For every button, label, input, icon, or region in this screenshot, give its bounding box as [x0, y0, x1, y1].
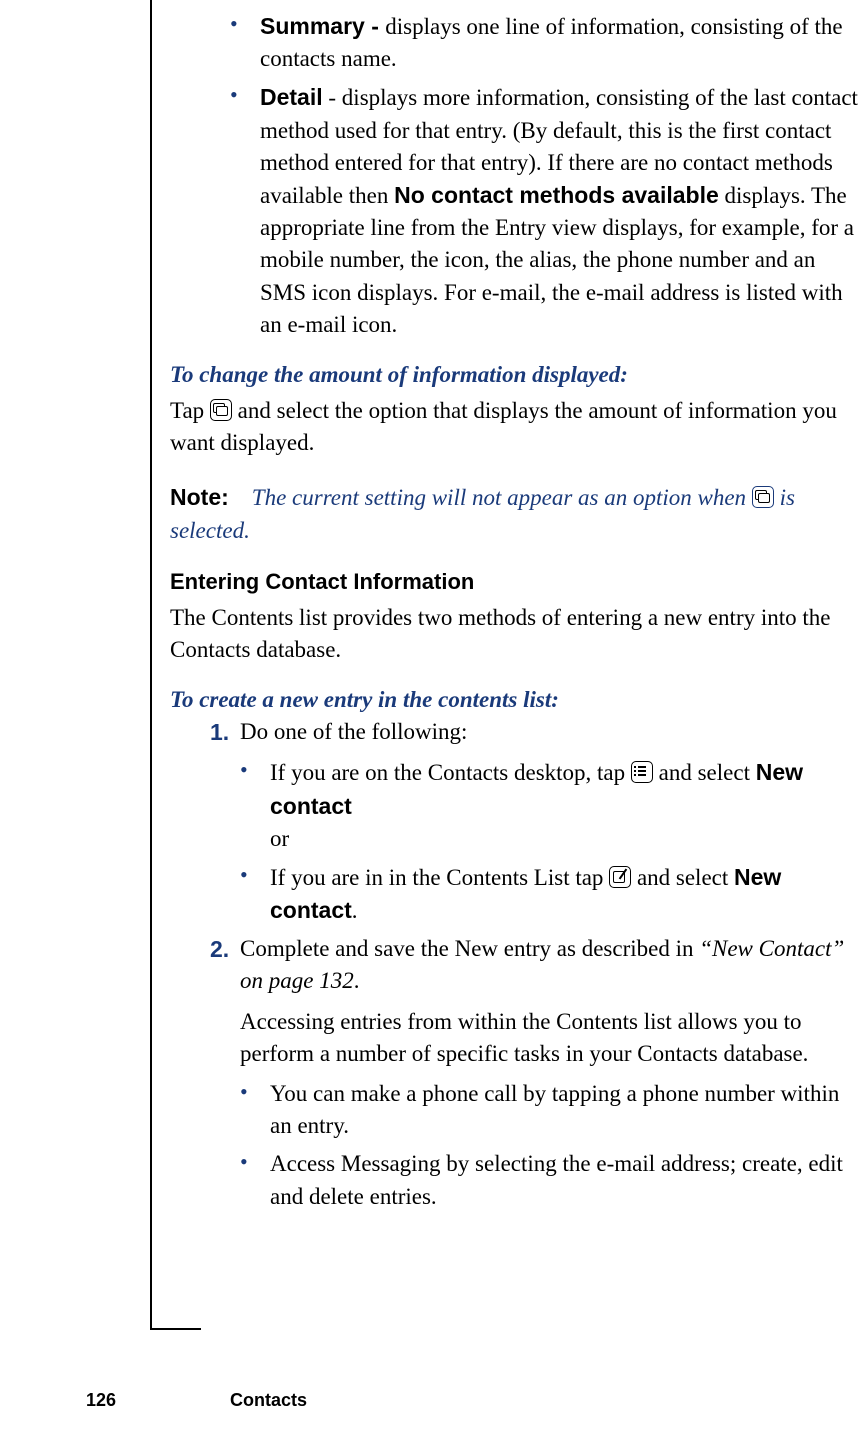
detail-label: Detail — [260, 84, 323, 110]
note: Note: The current setting will not appea… — [170, 481, 858, 546]
text: Tap — [170, 398, 210, 423]
list-menu-icon — [631, 761, 653, 783]
text: and select — [653, 760, 756, 785]
bullet-icon: • — [240, 759, 248, 781]
no-contact-methods-label: No contact methods available — [394, 182, 719, 208]
list-item: • Detail - displays more information, co… — [230, 81, 858, 341]
phone-call-text: You can make a phone call by tapping a p… — [270, 1081, 839, 1138]
text: and select the option that displays the … — [170, 398, 837, 455]
list-item: • If you are on the Contacts desktop, ta… — [240, 756, 858, 855]
list-item: • If you are in in the Contents List tap… — [240, 861, 858, 927]
change-info-paragraph: Tap and select the option that displays … — [170, 395, 858, 459]
entering-contact-intro: The Contents list provides two methods o… — [170, 602, 858, 666]
bullet-icon: • — [240, 1151, 248, 1173]
summary-label: Summary - — [260, 13, 385, 39]
create-entry-heading: To create a new entry in the contents li… — [170, 684, 858, 716]
view-options-list: • Summary - displays one line of informa… — [170, 10, 858, 341]
text: and select — [631, 865, 734, 890]
bullet-icon: • — [230, 84, 238, 106]
bullet-icon: • — [230, 13, 238, 35]
step-1-options: • If you are on the Contacts desktop, ta… — [240, 756, 858, 927]
messaging-text: Access Messaging by selecting the e-mail… — [270, 1151, 843, 1208]
list-item: • You can make a phone call by tapping a… — [240, 1078, 858, 1142]
page: • Summary - displays one line of informa… — [0, 0, 858, 1436]
page-footer: 126 Contacts — [0, 1376, 858, 1436]
step-2-actions: • You can make a phone call by tapping a… — [240, 1078, 858, 1213]
step-1: 1. Do one of the following: • If you are… — [210, 716, 858, 927]
content-area: • Summary - displays one line of informa… — [170, 10, 858, 1219]
footer-title: Contacts — [230, 1390, 307, 1411]
step-2-paragraph: Accessing entries from within the Conten… — [240, 1006, 858, 1070]
change-info-heading: To change the amount of information disp… — [170, 359, 858, 391]
step-1-text: Do one of the following: — [240, 719, 467, 744]
text: If you are on the Contacts desktop, tap — [270, 760, 631, 785]
list-item: • Access Messaging by selecting the e-ma… — [240, 1148, 858, 1212]
view-menu-icon — [752, 486, 774, 508]
or-text: or — [270, 823, 858, 855]
bullet-icon: • — [240, 1081, 248, 1103]
page-number: 126 — [86, 1390, 116, 1411]
period: . — [352, 898, 358, 923]
note-text-a: The current setting will not appear as a… — [252, 485, 752, 510]
step-number: 1. — [210, 716, 229, 748]
note-label: Note: — [170, 484, 229, 510]
view-menu-icon — [210, 399, 232, 421]
text: Complete and save the New entry as descr… — [240, 936, 699, 961]
bullet-icon: • — [240, 864, 248, 886]
entering-contact-heading: Entering Contact Information — [170, 567, 858, 598]
text: If you are in in the Contents List tap — [270, 865, 609, 890]
edit-menu-icon — [609, 866, 631, 888]
create-entry-steps: 1. Do one of the following: • If you are… — [170, 716, 858, 1213]
side-rule — [150, 0, 152, 1330]
list-item: • Summary - displays one line of informa… — [230, 10, 858, 75]
step-number: 2. — [210, 933, 229, 965]
step-2: 2. Complete and save the New entry as de… — [210, 933, 858, 1213]
period: . — [354, 968, 360, 993]
